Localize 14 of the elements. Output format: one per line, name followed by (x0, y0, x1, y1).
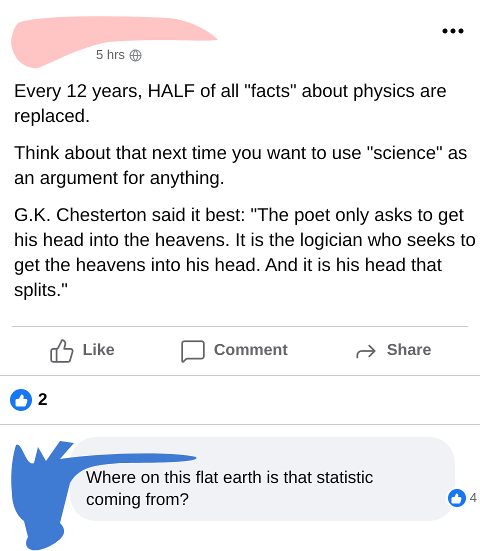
post-text: Every 12 years, HALF of all "facts" about physics are replaced. (14, 79, 448, 128)
post-time: 5 hrs (96, 46, 125, 64)
more-options-icon[interactable] (442, 28, 464, 34)
comment-like-count: 4 (470, 489, 477, 508)
post-text: Think about that next time you want to use "science" as an argument for anything. (14, 141, 468, 190)
reaction-count: 2 (38, 389, 48, 412)
action-button[interactable]: Comment (180, 338, 288, 364)
comment-text: Where on this flat earth is that statistic coming from? (86, 467, 374, 511)
action-button[interactable]: Like (48, 338, 115, 364)
globe-icon (128, 48, 142, 62)
thumbs-up-icon (48, 338, 75, 364)
speech-bubble-icon (180, 338, 206, 364)
post-text: G.K. Chesterton said it best: "The poet only asks to get his head into the heavens. It is the logician who seeks to get the heavens into his head. And it is his head that splits." (14, 203, 477, 302)
action-button[interactable]: Share (352, 338, 432, 364)
